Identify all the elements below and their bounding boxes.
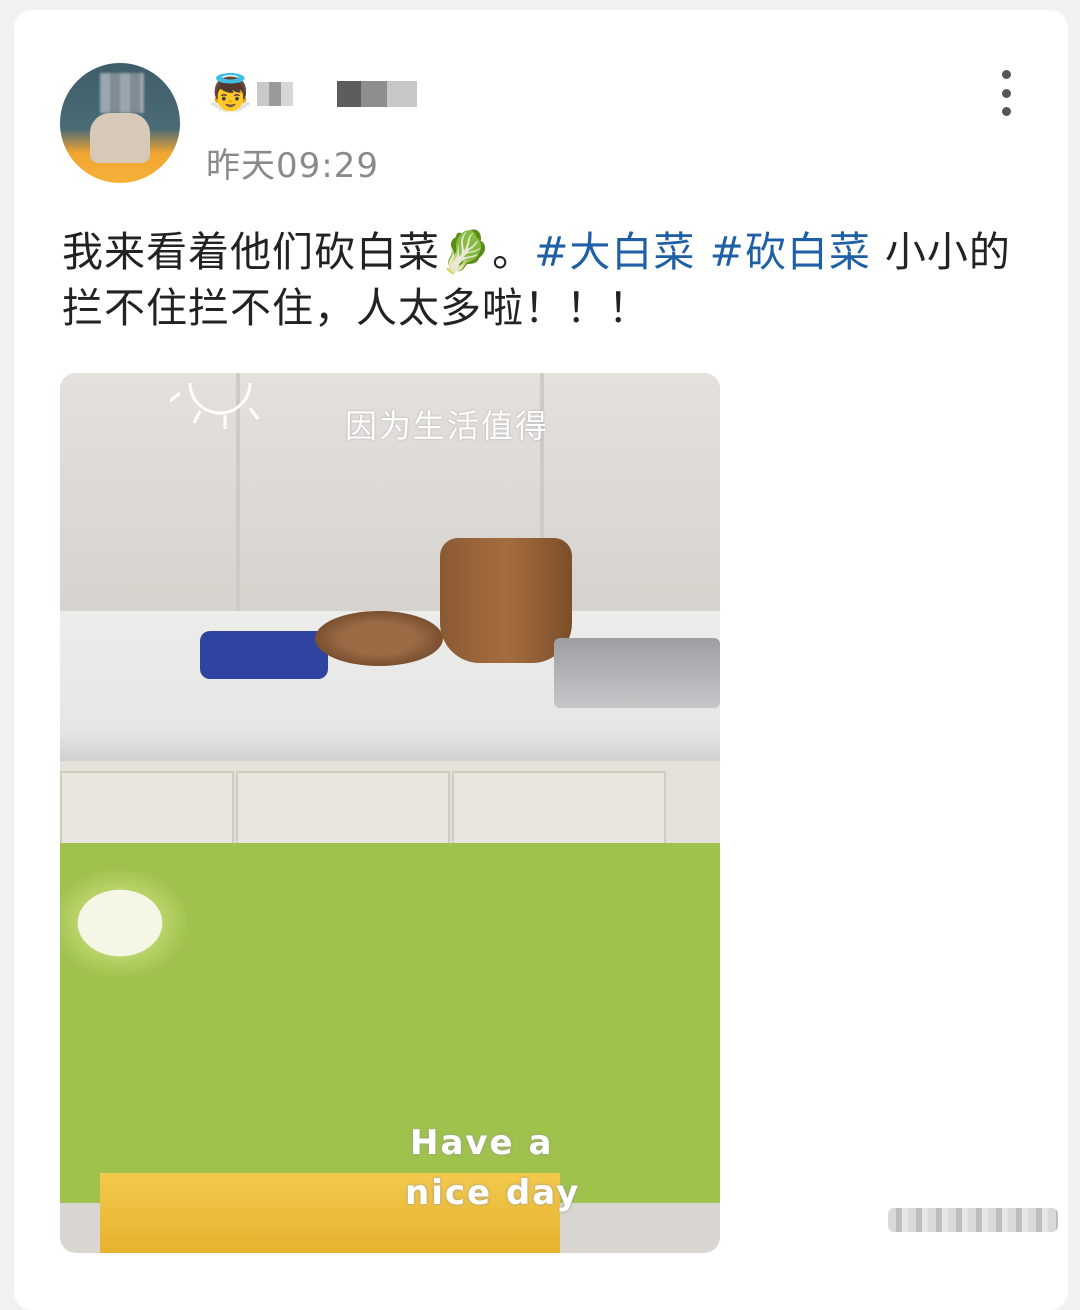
- have-a-overlay: Have a: [410, 1123, 554, 1163]
- nice-day-overlay: nice day: [405, 1173, 581, 1213]
- angel-emoji-icon: 👼: [208, 73, 253, 114]
- cabbage-emoji-icon: 🥬: [440, 228, 493, 276]
- handwriting-overlay: 因为生活值得: [345, 407, 550, 445]
- post-text-before: 我来看着他们砍白菜: [62, 228, 440, 276]
- post-timestamp: 昨天09:29: [206, 146, 379, 186]
- blue-towel: [200, 631, 328, 679]
- cabbage-pile: [60, 843, 720, 1203]
- post-photo[interactable]: 因为生活值得 Have a nice day: [60, 373, 720, 1253]
- author-avatar[interactable]: [60, 63, 180, 183]
- blurred-watermark: [888, 1208, 1058, 1232]
- author-name-mosaic: [256, 82, 293, 106]
- clay-pot: [440, 538, 572, 663]
- sink: [554, 638, 720, 708]
- more-vertical-icon[interactable]: [994, 70, 1018, 116]
- author-name-row[interactable]: 👼: [208, 72, 417, 116]
- post-text-period: 。: [492, 228, 535, 276]
- author-nickname-mosaic: [336, 81, 417, 107]
- hashtag-kanbaicai[interactable]: #砍白菜: [709, 228, 870, 276]
- sun-doodle-icon: [170, 382, 260, 429]
- avatar-mosaic: [100, 73, 144, 113]
- avatar-figure: [90, 113, 150, 163]
- hashtag-dabaicai[interactable]: #大白菜: [534, 228, 695, 276]
- clay-basin: [315, 611, 443, 666]
- post-body: 我来看着他们砍白菜🥬。#大白菜 #砍白菜 小小的拦不住拦不住，人太多啦！！！: [62, 224, 1022, 336]
